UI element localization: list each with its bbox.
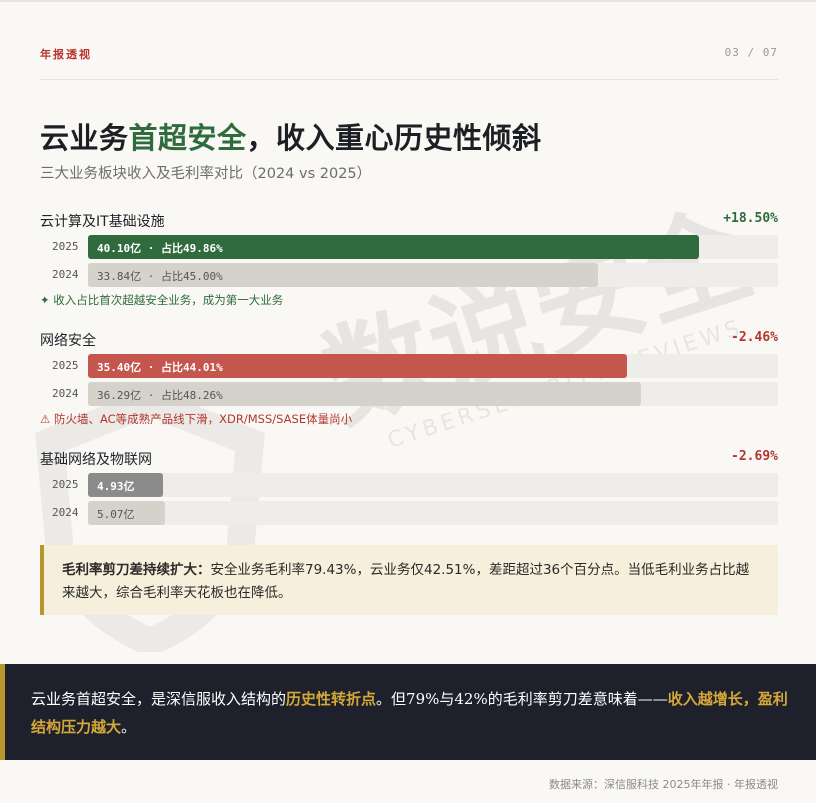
banner-text-1: 云业务首超安全，是深信服收入结构的	[31, 690, 287, 708]
revenue-bar: 4.93亿	[88, 473, 164, 497]
bar-row: 2024 33.84亿 · 占比45.00%	[40, 263, 778, 287]
year-label: 2025	[52, 359, 79, 372]
banner-highlight-1: 历史性转折点	[286, 690, 377, 708]
page-indicator: 03 / 07	[724, 46, 778, 59]
bar-row: 2025 35.40亿 · 占比44.01%	[40, 354, 778, 378]
bar-label: 40.10亿 · 占比49.86%	[97, 242, 223, 255]
revenue-bar: 40.10亿 · 占比49.86%	[88, 235, 699, 259]
section-label: 云计算及IT基础设施	[40, 214, 165, 230]
section-label: 基础网络及物联网	[40, 452, 152, 468]
page: 数说安全 CYBERSECURITY REVIEWS 年报透视 03 / 07 …	[0, 0, 816, 803]
title-part2: ，收入重心历史性倾斜	[246, 121, 542, 155]
year-label: 2024	[52, 506, 79, 519]
section-header: 基础网络及物联网 -2.69%	[40, 449, 778, 469]
revenue-bar: 36.29亿 · 占比48.26%	[88, 382, 641, 406]
title-accent: 首超安全	[128, 121, 247, 155]
section-header: 云计算及IT基础设施 +18.50%	[40, 211, 778, 231]
revenue-bar: 35.40亿 · 占比44.01%	[88, 354, 627, 378]
growth-rate: -2.46%	[731, 330, 778, 345]
bar-row: 2024 5.07亿	[40, 501, 778, 525]
growth-rate: +18.50%	[723, 211, 778, 226]
year-label: 2024	[52, 268, 79, 281]
section-label: 网络安全	[40, 333, 96, 349]
bar-track: 4.93亿	[88, 473, 778, 497]
revenue-bar: 33.84亿 · 占比45.00%	[88, 263, 598, 287]
growth-rate: -2.69%	[731, 449, 778, 464]
title-part1: 云业务	[40, 121, 129, 155]
page-title: 云业务首超安全，收入重心历史性倾斜	[40, 115, 542, 157]
section-security: 网络安全 -2.46% 2025 35.40亿 · 占比44.01% 2024 …	[40, 330, 778, 430]
page-subtitle: 三大业务板块收入及毛利率对比（2024 vs 2025）	[40, 166, 372, 182]
banner-text-3: 。	[121, 718, 137, 736]
header: 年报透视 03 / 07	[40, 46, 778, 80]
insight-callout: 毛利率剪刀差持续扩大：安全业务毛利率79.43%，云业务仅42.51%，差距超过…	[40, 545, 778, 615]
conclusion-banner: 云业务首超安全，是深信服收入结构的历史性转折点。但79%与42%的毛利率剪刀差意…	[0, 664, 816, 760]
bar-row: 2025 40.10亿 · 占比49.86%	[40, 235, 778, 259]
section-cloud: 云计算及IT基础设施 +18.50% 2025 40.10亿 · 占比49.86…	[40, 211, 778, 311]
bar-label: 36.29亿 · 占比48.26%	[97, 389, 223, 402]
bar-track: 40.10亿 · 占比49.86%	[88, 235, 778, 259]
bar-track: 5.07亿	[88, 501, 778, 525]
brand-label: 年报透视	[40, 48, 92, 61]
section-note: ✦ 收入占比首次超越安全业务，成为第一大业务	[40, 293, 284, 307]
bar-label: 33.84亿 · 占比45.00%	[97, 270, 223, 283]
bar-row: 2024 36.29亿 · 占比48.26%	[40, 382, 778, 406]
section-note: ⚠ 防火墙、AC等成熟产品线下滑，XDR/MSS/SASE体量尚小	[40, 412, 353, 426]
bar-label: 4.93亿	[97, 480, 135, 493]
callout-heading: 毛利率剪刀差持续扩大：	[62, 562, 211, 578]
banner-text-2: 。但79%与42%的毛利率剪刀差意味着——	[376, 690, 668, 708]
section-header: 网络安全 -2.46%	[40, 330, 778, 350]
year-label: 2025	[52, 240, 79, 253]
bar-track: 33.84亿 · 占比45.00%	[88, 263, 778, 287]
bar-label: 5.07亿	[97, 508, 135, 521]
bar-track: 36.29亿 · 占比48.26%	[88, 382, 778, 406]
source-footer: 数据来源：深信服科技 2025年年报 · 年报透视	[549, 778, 778, 791]
year-label: 2024	[52, 387, 79, 400]
bar-label: 35.40亿 · 占比44.01%	[97, 361, 223, 374]
section-network: 基础网络及物联网 -2.69% 2025 4.93亿 2024 5.07亿	[40, 449, 778, 529]
revenue-bar: 5.07亿	[88, 501, 166, 525]
year-label: 2025	[52, 478, 79, 491]
bar-track: 35.40亿 · 占比44.01%	[88, 354, 778, 378]
bar-row: 2025 4.93亿	[40, 473, 778, 497]
